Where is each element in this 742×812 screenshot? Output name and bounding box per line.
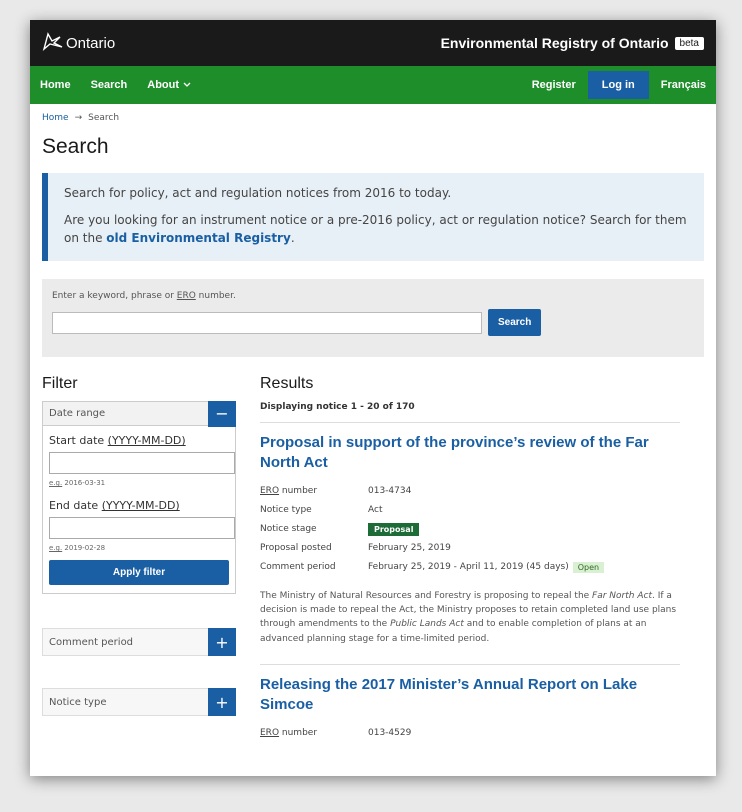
ero-number-key: ERO number [260, 728, 368, 738]
notice-meta: ERO number 013-4734 Notice type Act Noti… [260, 482, 680, 577]
ero-number-key-abbr: ERO [260, 728, 280, 739]
language-toggle-link[interactable]: Français [661, 79, 706, 91]
results-column: Results Displaying notice 1 - 20 of 170 … [260, 375, 680, 743]
start-date-hint-abbr: e.g. [49, 479, 63, 488]
notice-title-link[interactable]: Proposal in support of the province’s re… [260, 433, 680, 474]
ero-number-key-text: number [279, 486, 318, 497]
page-title: Search [42, 135, 109, 158]
desc-act-name: Far North Act [592, 590, 652, 601]
end-date-label-text: End date [49, 499, 102, 513]
end-date-hint-abbr: e.g. [49, 544, 63, 553]
start-date-label-text: Start date [49, 434, 108, 448]
results-count: Displaying notice 1 - 20 of 170 [260, 402, 680, 424]
date-range-header[interactable]: Date range − [43, 400, 236, 427]
notice-type-filter[interactable]: Notice type + [42, 688, 236, 717]
search-panel: Enter a keyword, phrase or ERO number. S… [42, 279, 704, 358]
notice-description: The Ministry of Natural Resources and Fo… [260, 589, 680, 666]
main-nav: Home Search About Register Log in França… [30, 66, 716, 104]
search-label-pre: Enter a keyword, phrase or [52, 291, 177, 302]
minus-icon[interactable]: − [208, 400, 236, 427]
date-range-label: Date range [49, 408, 106, 420]
search-button[interactable]: Search [488, 309, 542, 337]
start-date-format: (YYYY-MM-DD) [107, 434, 186, 448]
end-date-format: (YYYY-MM-DD) [101, 499, 180, 513]
notice-item: Releasing the 2017 Minister’s Annual Rep… [260, 665, 680, 743]
search-label-post: number. [195, 291, 236, 302]
results-heading: Results [260, 375, 314, 393]
end-date-hint-text: 2019-02-28 [62, 544, 106, 553]
breadcrumb: Home → Search [42, 113, 704, 123]
logo-text: Ontario [66, 34, 116, 52]
end-date-input[interactable] [49, 517, 235, 540]
comment-period-filter[interactable]: Comment period + [42, 628, 236, 657]
nav-home-link[interactable]: Home [40, 79, 71, 91]
status-badge: Open [572, 561, 605, 573]
site-title: Environmental Registry of Ontario beta [441, 35, 704, 51]
ontario-logo[interactable]: Ontario [42, 31, 115, 55]
ero-number-value: 013-4734 [368, 486, 412, 497]
proposal-posted-value: February 25, 2019 [368, 543, 451, 554]
search-label-abbr: ERO [176, 291, 196, 302]
notice-title-link[interactable]: Releasing the 2017 Minister’s Annual Rep… [260, 675, 680, 716]
old-registry-link[interactable]: old Environmental Registry [106, 231, 291, 245]
breadcrumb-current: Search [88, 113, 120, 123]
notice-meta: ERO number 013-4529 [260, 724, 680, 743]
plus-icon[interactable]: + [208, 628, 236, 657]
start-date-label: Start date (YYYY-MM-DD) [49, 434, 229, 447]
chevron-down-icon [183, 79, 191, 91]
plus-icon[interactable]: + [208, 688, 236, 717]
info-callout: Search for policy, act and regulation no… [42, 173, 704, 262]
start-date-hint: e.g. 2016-03-31 [49, 479, 229, 487]
search-label: Enter a keyword, phrase or ERO number. [52, 291, 694, 301]
filter-column: Filter Date range − Start date (YYYY-MM-… [42, 375, 236, 743]
info-line-2: Are you looking for an instrument notice… [64, 212, 688, 247]
nav-about-label: About [147, 79, 180, 91]
date-range-filter: Date range − Start date (YYYY-MM-DD) e.g… [42, 400, 236, 595]
ero-number-value: 013-4529 [368, 728, 412, 739]
login-button[interactable]: Log in [587, 71, 649, 99]
desc-part-1: The Ministry of Natural Resources and Fo… [260, 590, 593, 601]
notice-stage-key: Notice stage [260, 524, 317, 535]
breadcrumb-separator: → [74, 113, 83, 123]
nav-about-link[interactable]: About [147, 79, 191, 91]
desc-act-name-2: Public Lands Act [390, 619, 464, 630]
beta-badge: beta [674, 36, 704, 50]
ero-number-key-text: number [279, 728, 318, 739]
notice-type-key: Notice type [260, 505, 312, 516]
notice-type-label: Notice type [49, 696, 107, 708]
info-line-1: Search for policy, act and regulation no… [64, 186, 452, 200]
comment-period-key: Comment period [260, 562, 336, 573]
notice-item: Proposal in support of the province’s re… [260, 423, 680, 666]
search-input[interactable] [52, 311, 482, 334]
trillium-logo-icon [42, 31, 64, 55]
notice-type-value: Act [368, 505, 383, 516]
comment-period-value: February 25, 2019 - April 11, 2019 (45 d… [368, 562, 569, 573]
filter-heading: Filter [42, 375, 78, 393]
start-date-hint-text: 2016-03-31 [62, 479, 106, 488]
browser-frame: Ontario Environmental Registry of Ontari… [30, 20, 716, 776]
proposal-posted-key: Proposal posted [260, 543, 332, 554]
comment-period-label: Comment period [49, 636, 134, 648]
start-date-input[interactable] [49, 452, 235, 475]
apply-filter-button[interactable]: Apply filter [49, 560, 229, 586]
register-link[interactable]: Register [532, 79, 576, 91]
ero-number-key-abbr: ERO [260, 486, 280, 497]
breadcrumb-home-link[interactable]: Home [42, 113, 69, 123]
info-line-2-end: . [290, 230, 295, 245]
stage-badge: Proposal [368, 522, 420, 536]
end-date-hint: e.g. 2019-02-28 [49, 544, 229, 552]
nav-search-link[interactable]: Search [91, 79, 128, 91]
top-bar: Ontario Environmental Registry of Ontari… [30, 20, 716, 66]
site-title-text: Environmental Registry of Ontario [440, 35, 669, 51]
end-date-label: End date (YYYY-MM-DD) [49, 499, 229, 512]
ero-number-key: ERO number [260, 486, 368, 496]
